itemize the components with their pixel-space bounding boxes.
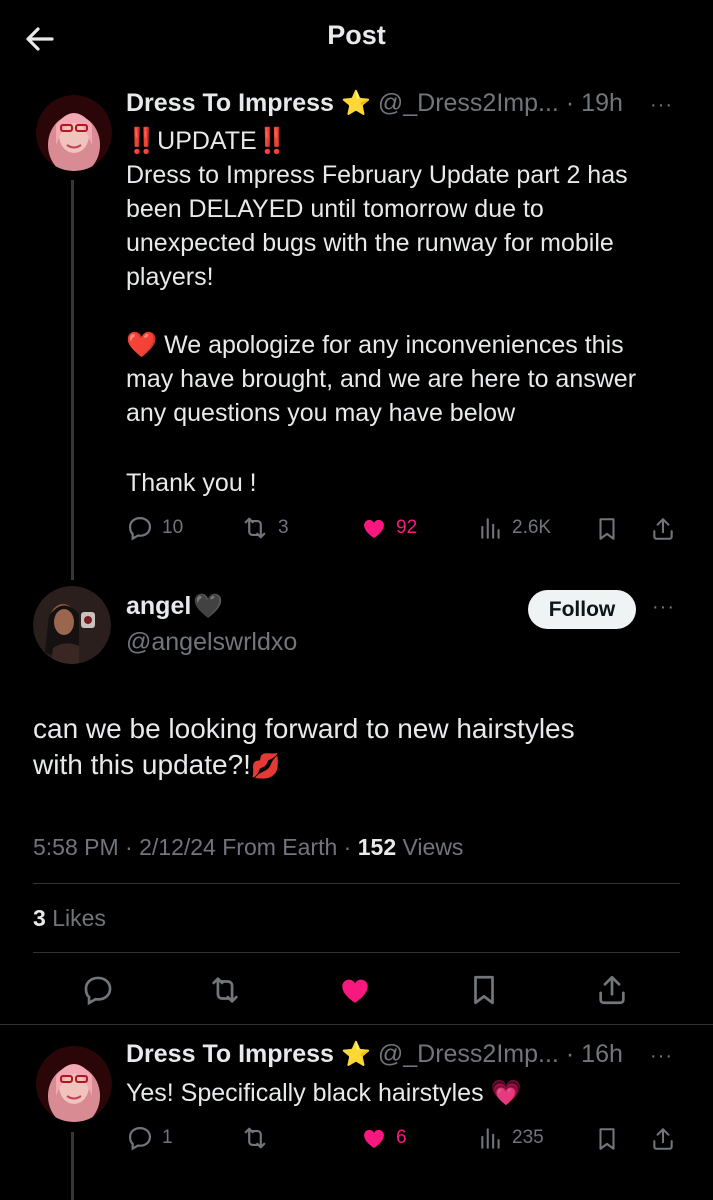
separator-dot: · bbox=[565, 89, 575, 117]
views-button[interactable]: 2.6K bbox=[478, 514, 551, 542]
post-line: Dress to Impress February Update part 2 … bbox=[126, 161, 628, 189]
double-exclamation-emoji: ‼️ bbox=[256, 127, 288, 155]
post-line: been DELAYED until tomorrow due to bbox=[126, 195, 544, 223]
reply-icon bbox=[128, 516, 152, 541]
post-line: may have brought, and we are here to ans… bbox=[126, 365, 637, 393]
red-heart-emoji: ❤️ bbox=[126, 331, 158, 359]
post-text: Yes! Specifically black hairstyles 💗 bbox=[126, 1079, 522, 1107]
heart-icon[interactable] bbox=[337, 972, 373, 1008]
reply-count: 1 bbox=[162, 1127, 173, 1148]
like-button[interactable]: 92 bbox=[360, 514, 417, 542]
double-exclamation-emoji: ‼️ bbox=[126, 127, 158, 155]
avatar[interactable] bbox=[33, 586, 111, 664]
avatar[interactable] bbox=[36, 95, 112, 171]
post-time[interactable]: 5:58 PM bbox=[33, 834, 119, 860]
author-name[interactable]: Dress To Impress bbox=[126, 1040, 334, 1069]
bookmark-icon[interactable] bbox=[594, 515, 620, 543]
post-line-update: ‼️UPDATE‼️ bbox=[126, 124, 686, 158]
more-icon[interactable]: ··· bbox=[650, 1045, 673, 1068]
page-title: Post bbox=[327, 20, 386, 50]
post-time[interactable]: 19h bbox=[581, 89, 623, 118]
post-line: unexpected bugs with the runway for mobi… bbox=[126, 229, 614, 257]
author-handle[interactable]: @angelswrldxo bbox=[126, 628, 297, 657]
repost-icon bbox=[244, 1127, 266, 1149]
post-metadata: 5:58 PM · 2/12/24 From Earth · 152 Views bbox=[33, 834, 464, 860]
bookmark-icon[interactable] bbox=[594, 1125, 620, 1153]
divider bbox=[33, 952, 680, 953]
divider bbox=[33, 883, 680, 884]
heart-icon bbox=[364, 519, 384, 538]
reply-button[interactable]: 10 bbox=[126, 514, 183, 542]
reply-icon[interactable] bbox=[81, 973, 115, 1007]
update-label: UPDATE bbox=[157, 127, 257, 155]
avatar[interactable] bbox=[36, 1046, 112, 1122]
bookmark-icon[interactable] bbox=[467, 973, 501, 1007]
author-name[interactable]: angel bbox=[126, 592, 191, 621]
post-line: ❤️ We apologize for any inconveniences t… bbox=[126, 331, 624, 359]
like-count: 6 bbox=[396, 1127, 407, 1148]
views-count: 2.6K bbox=[512, 517, 552, 538]
post-header: Dress To Impress ⭐ @_Dress2Imp... · 16h bbox=[126, 1040, 623, 1069]
main-post-text: can we be looking forward to new hairsty… bbox=[33, 713, 575, 780]
main-post-header: angel 🖤 bbox=[126, 592, 223, 621]
author-handle[interactable]: @_Dress2Imp... bbox=[378, 1040, 559, 1069]
views-label: Views bbox=[402, 834, 464, 860]
likes-summary[interactable]: 3 Likes bbox=[33, 905, 106, 932]
views-count: 235 bbox=[512, 1127, 544, 1148]
post-line: any questions you may have below bbox=[126, 399, 516, 427]
more-icon[interactable]: ··· bbox=[652, 596, 675, 619]
like-button[interactable]: 6 bbox=[360, 1124, 407, 1152]
repost-icon bbox=[244, 517, 266, 539]
kiss-mark-emoji: 💋 bbox=[250, 753, 281, 780]
views-icon bbox=[481, 1128, 500, 1149]
black-heart-emoji: 🖤 bbox=[193, 593, 224, 620]
heart-icon bbox=[364, 1129, 384, 1148]
divider bbox=[0, 1024, 713, 1025]
share-icon[interactable] bbox=[650, 515, 676, 543]
verified-star-icon: ⭐ bbox=[340, 90, 371, 117]
post-source: From Earth bbox=[222, 834, 338, 860]
likes-label: Likes bbox=[52, 905, 106, 931]
post-time[interactable]: 16h bbox=[581, 1040, 623, 1069]
repost-button[interactable]: 3 bbox=[240, 514, 289, 542]
verified-star-icon: ⭐ bbox=[340, 1041, 371, 1068]
repost-icon[interactable] bbox=[206, 973, 244, 1007]
follow-button[interactable]: Follow bbox=[528, 590, 636, 629]
more-icon[interactable]: ··· bbox=[650, 94, 673, 117]
author-name[interactable]: Dress To Impress bbox=[126, 89, 334, 118]
post-text: ‼️UPDATE‼️ Dress to Impress February Upd… bbox=[126, 124, 686, 500]
pink-heart-emoji: 💗 bbox=[490, 1079, 522, 1107]
post-line: Thank you ! bbox=[126, 469, 257, 497]
repost-button[interactable] bbox=[240, 1124, 270, 1152]
reply-button[interactable]: 1 bbox=[126, 1124, 173, 1152]
views-count: 152 bbox=[357, 834, 397, 860]
like-count: 92 bbox=[396, 517, 418, 538]
post-date[interactable]: 2/12/24 bbox=[139, 834, 216, 860]
author-handle[interactable]: @_Dress2Imp... bbox=[378, 89, 559, 118]
views-icon bbox=[481, 518, 500, 539]
thread-line bbox=[71, 180, 74, 580]
post-line: players! bbox=[126, 263, 214, 291]
share-icon[interactable] bbox=[595, 973, 629, 1007]
thread-line bbox=[71, 1132, 74, 1200]
reply-count: 10 bbox=[162, 517, 184, 538]
separator-dot: · bbox=[565, 1040, 575, 1068]
repost-count: 3 bbox=[278, 517, 289, 538]
share-icon[interactable] bbox=[650, 1125, 676, 1153]
reply-icon bbox=[128, 1126, 152, 1151]
views-button[interactable]: 235 bbox=[478, 1124, 544, 1152]
likes-count: 3 bbox=[33, 905, 46, 931]
post-header: Dress To Impress ⭐ @_Dress2Imp... · 19h bbox=[126, 89, 623, 118]
